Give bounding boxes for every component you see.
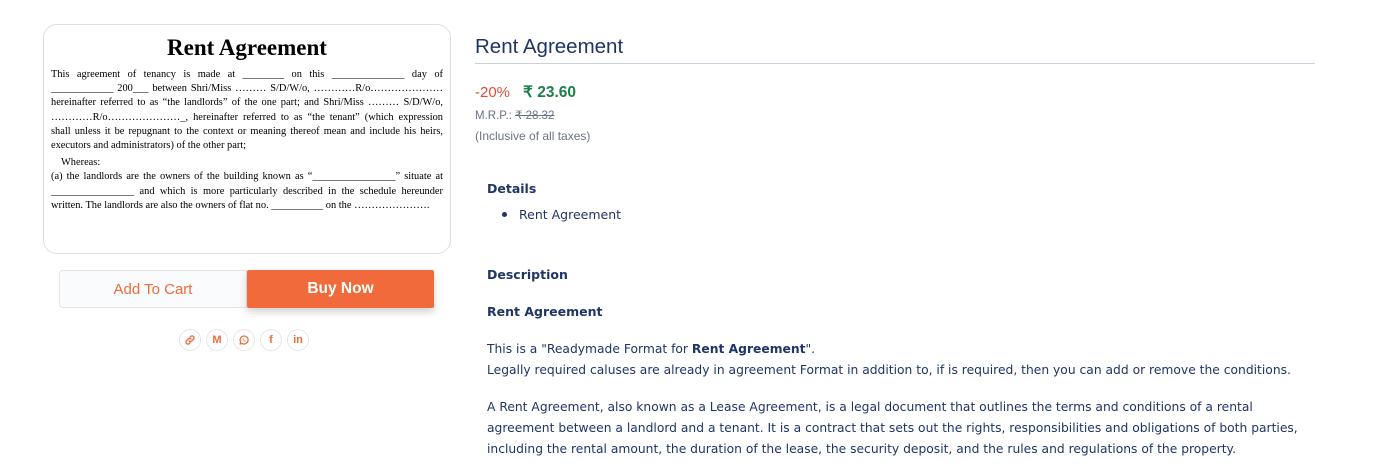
share-icons: M f in <box>179 329 309 351</box>
intro-bold: Rent Agreement <box>691 342 806 356</box>
description-subheading: Rent Agreement <box>487 304 603 319</box>
sale-price: ₹ 23.60 <box>523 84 576 101</box>
description-line-2: Legally required caluses are already in … <box>487 363 1291 377</box>
bullet-icon <box>502 212 507 217</box>
details-heading: Details <box>487 181 537 196</box>
details-item-label: Rent Agreement <box>519 207 622 222</box>
document-preview-paragraph: This agreement of tenancy is made at ___… <box>51 69 443 152</box>
description-intro: This is a "Readymade Format for Rent Agr… <box>487 339 1317 381</box>
details-list-item: Rent Agreement <box>502 207 621 222</box>
description-paragraph: A Rent Agreement, also known as a Lease … <box>487 400 1298 456</box>
mrp-label: M.R.P.: <box>475 110 512 122</box>
price-row: -20% ₹ 23.60 <box>475 83 576 102</box>
tax-note: (Inclusive of all taxes) <box>475 129 591 143</box>
discount-badge: -20% <box>475 84 511 101</box>
description-heading: Description <box>487 267 568 282</box>
facebook-icon[interactable]: f <box>260 329 282 351</box>
mrp-value: ₹ 28.32 <box>515 110 555 122</box>
gmail-icon[interactable]: M <box>206 329 228 351</box>
description-intro-line: This is a "Readymade Format for Rent Agr… <box>487 339 1317 360</box>
add-to-cart-button[interactable]: Add To Cart <box>59 270 247 308</box>
title-divider <box>475 63 1315 64</box>
document-preview-whereas: Whereas: <box>61 157 101 169</box>
intro-suffix: ". <box>805 342 816 356</box>
document-preview-card[interactable]: Rent Agreement This agreement of tenancy… <box>43 24 451 254</box>
mrp-row: M.R.P.: ₹ 28.32 <box>475 108 554 122</box>
linkedin-icon[interactable]: in <box>287 329 309 351</box>
link-icon[interactable] <box>179 329 201 351</box>
intro-prefix: This is a "Readymade Format for <box>487 342 692 356</box>
buy-now-button[interactable]: Buy Now <box>247 270 434 308</box>
document-preview-title: Rent Agreement <box>167 35 327 60</box>
product-title: Rent Agreement <box>475 35 624 58</box>
purchase-buttons: Add To Cart Buy Now <box>59 270 434 308</box>
whatsapp-icon[interactable] <box>233 329 255 351</box>
document-preview-clause: (a) the landlords are the owners of the … <box>51 171 443 211</box>
document-preview-body: This agreement of tenancy is made at ___… <box>51 68 443 213</box>
